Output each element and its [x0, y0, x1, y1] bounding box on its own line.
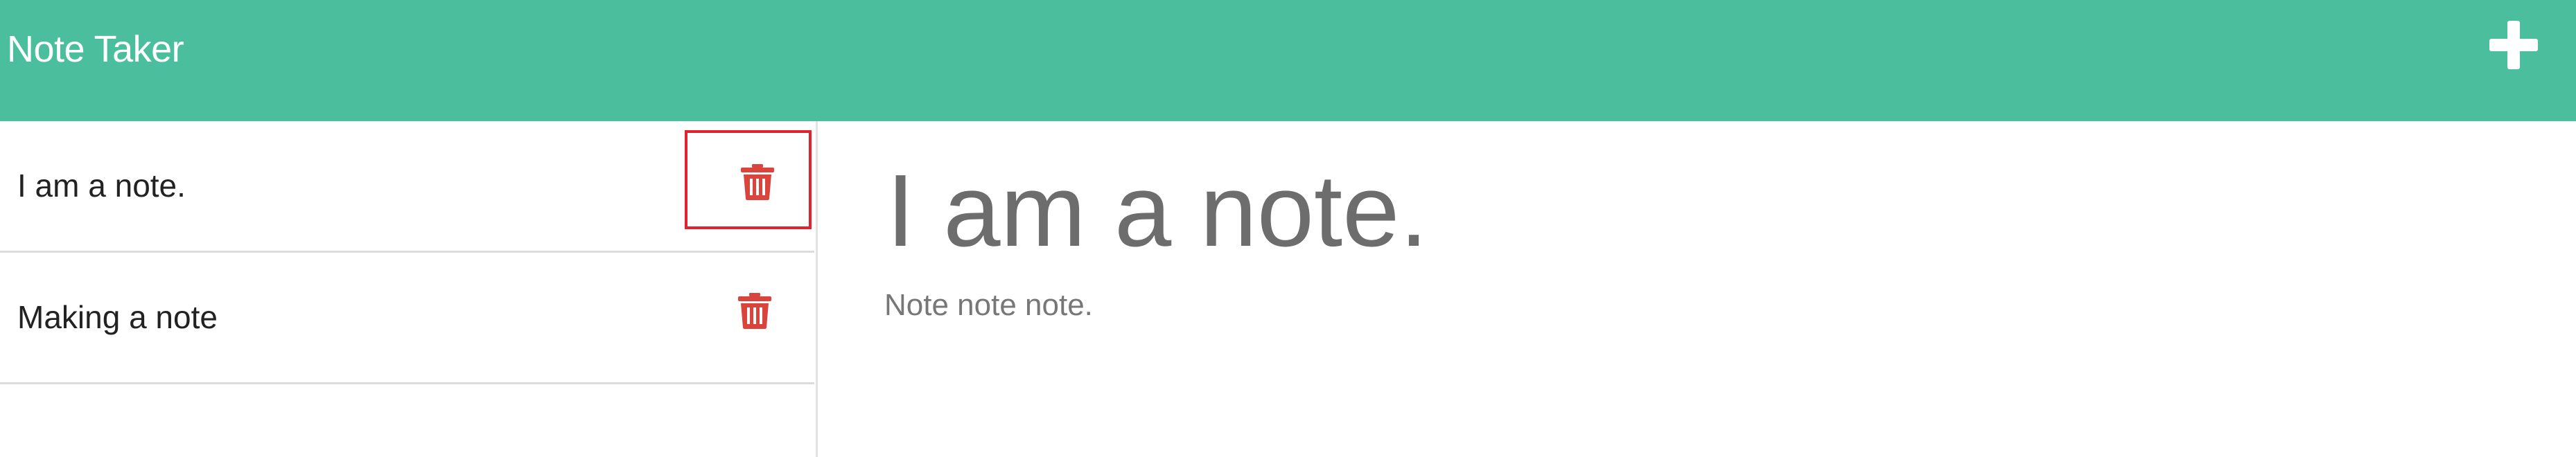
new-note-button[interactable] — [2489, 21, 2538, 69]
navbar: Note Taker — [0, 0, 2576, 121]
delete-note-button[interactable] — [685, 130, 812, 229]
note-title-input[interactable]: I am a note. — [886, 152, 1428, 270]
note-editor: I am a note. Note note note. — [820, 121, 2576, 457]
note-body-textarea[interactable]: Note note note. — [884, 286, 1093, 325]
note-list-sidebar: I am a note. Making a note — [0, 121, 818, 457]
brand-title[interactable]: Note Taker — [7, 26, 184, 72]
trash-icon — [738, 293, 771, 329]
delete-note-button[interactable] — [685, 262, 812, 361]
trash-icon — [741, 164, 774, 200]
note-list-item-title: Making a note — [17, 299, 218, 335]
note-list-item[interactable]: I am a note. — [0, 121, 814, 253]
plus-icon — [2489, 21, 2538, 69]
note-list-item[interactable]: Making a note — [0, 253, 814, 384]
note-list-item-title: I am a note. — [17, 168, 186, 204]
